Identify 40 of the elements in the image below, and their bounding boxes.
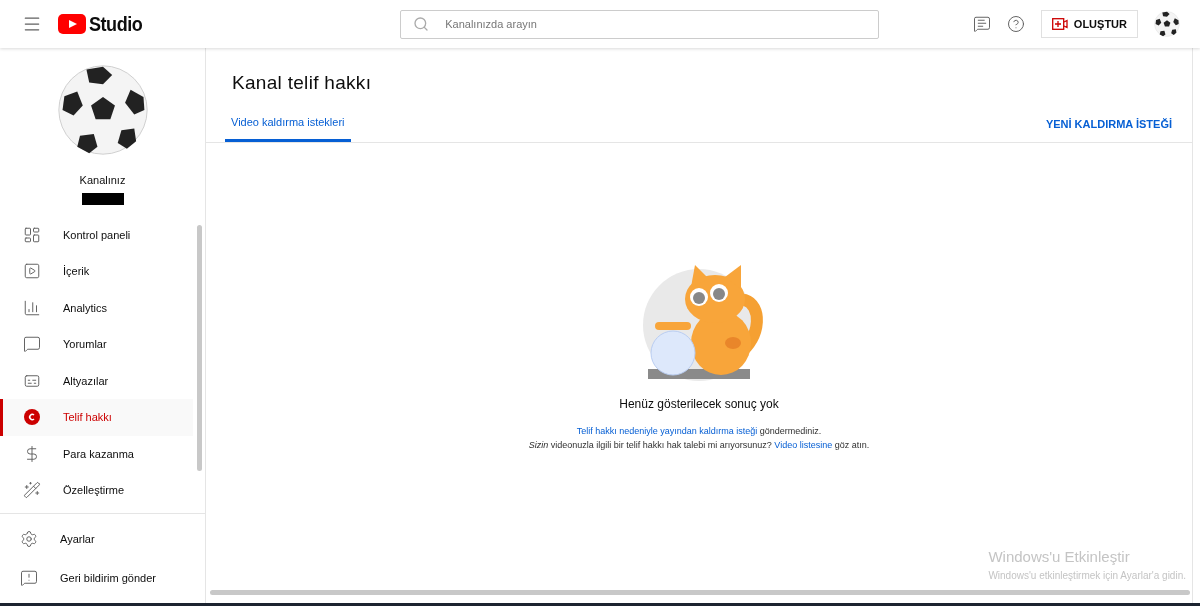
empty-state-title: Henüz gösterilecek sonuç yok <box>619 396 779 413</box>
sidebar-item[interactable]: Ayarlar <box>0 520 205 559</box>
horizontal-scrollbar[interactable] <box>210 590 1190 595</box>
sidebar-item[interactable]: Geri bildirim gönder <box>0 558 205 597</box>
text-link[interactable]: Video listesine <box>774 439 833 450</box>
sidebar-item[interactable]: Telif hakkı <box>0 399 193 436</box>
channel-label: Kanalınız <box>79 173 126 188</box>
account-avatar <box>1154 11 1180 37</box>
text-link[interactable]: Telif hakkı nedeniyle yayından kaldırma isteği <box>576 426 758 436</box>
activation-title: Windows'u Etkinleştir <box>988 546 1131 567</box>
page-title: Kanal telif hakkı <box>232 71 373 95</box>
empty-state-message: Sizin videonuzla ilgili bir telif hakkı hak talebi mi arıyorsunuz? Video listesine göz atın. <box>528 438 870 452</box>
analytics-icon <box>23 298 41 317</box>
dashboard-icon <box>23 225 41 244</box>
sidebar-item[interactable]: Analytics <box>0 289 193 326</box>
logo-text: Studio <box>89 12 143 37</box>
comments-icon <box>23 335 41 354</box>
sidebar-item[interactable]: İçerik <box>0 253 193 290</box>
settings-icon <box>20 530 38 549</box>
search-icon <box>413 15 430 32</box>
logo-icon <box>58 14 86 34</box>
feedback-icon <box>20 568 38 587</box>
create-button[interactable]: OLUŞTUR <box>1040 10 1138 38</box>
feedback-icon[interactable] <box>972 15 991 33</box>
content-icon <box>23 262 41 281</box>
video-plus-icon <box>1051 18 1068 30</box>
redacted-bar <box>81 192 124 205</box>
scrollbar[interactable] <box>197 224 202 471</box>
sidebar-item[interactable]: Yorumlar <box>0 326 193 363</box>
sidebar-item[interactable]: Özelleştirme <box>0 472 193 509</box>
copyright-icon <box>24 409 40 426</box>
tab[interactable]: Video kaldırma istekleri <box>225 113 351 142</box>
sidebar-item[interactable]: Para kazanma <box>0 435 193 472</box>
sidebar-item[interactable]: Kontrol paneli <box>0 216 193 253</box>
search-field[interactable]: Kanalınızda arayın <box>400 9 880 39</box>
empty-state-message: Telif hakkı nedeniyle yayından kaldırma isteği göndermediniz. <box>576 425 822 438</box>
customize-icon <box>23 481 41 500</box>
sidebar-item[interactable]: Altyazılar <box>0 362 193 399</box>
help-icon[interactable] <box>1006 15 1025 33</box>
new-request-link[interactable]: YENİ KALDIRMA İSTEĞİ <box>1045 115 1172 142</box>
